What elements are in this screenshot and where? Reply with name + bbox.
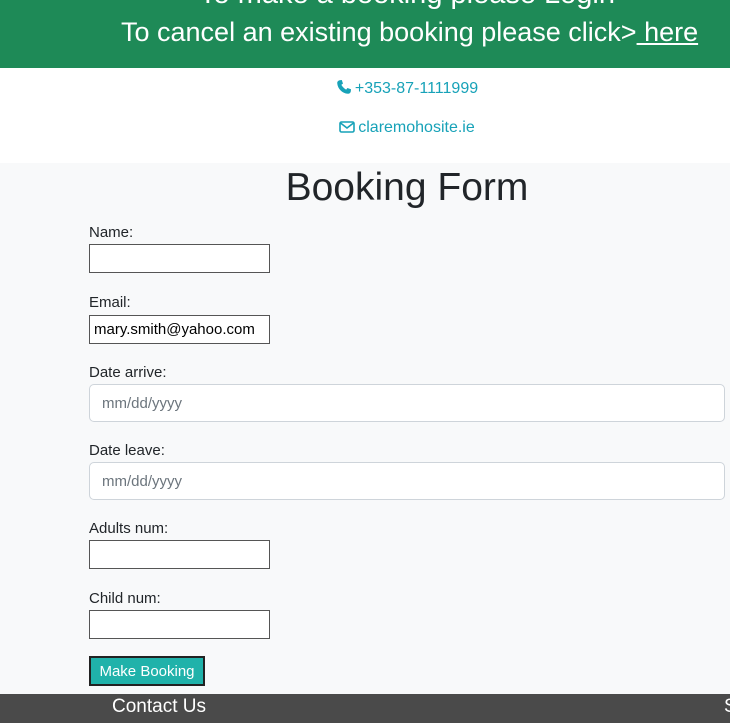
login-prompt: To make a booking please Login [0,0,730,11]
phone-link[interactable]: +353-87-1111999 [0,79,730,98]
email-field[interactable] [89,315,270,344]
top-banner: To make a booking please Login To cancel… [0,0,730,68]
phone-number: +353-87-1111999 [354,80,479,97]
make-booking-button[interactable]: Make Booking [89,656,205,686]
email-link[interactable]: claremohosite.ie [0,119,730,137]
date-arrive-label: Date arrive: [89,364,167,381]
contact-us-heading: Contact Us [112,696,206,717]
name-field[interactable] [89,244,270,273]
page-title: Booking Form [285,166,529,209]
child-field[interactable] [89,610,270,639]
email-address: claremohosite.ie [358,119,475,136]
email-label: Email: [89,294,131,311]
adults-label: Adults num: [89,520,169,537]
envelope-icon [339,121,356,133]
name-label: Name: [89,224,134,241]
date-leave-input[interactable]: mm/dd/yyyy [89,462,725,500]
cancel-prompt: To cancel an existing booking please cli… [121,17,698,48]
date-arrive-placeholder: mm/dd/yyyy [102,394,183,412]
phone-icon [337,80,351,94]
cancel-prompt-text: To cancel an existing booking please cli… [121,17,637,47]
child-label: Child num: [89,590,161,607]
date-arrive-input[interactable]: mm/dd/yyyy [89,384,725,422]
date-leave-placeholder: mm/dd/yyyy [102,472,183,490]
footer: Contact Us S [0,694,730,723]
date-leave-label: Date leave: [89,442,165,459]
adults-field[interactable] [89,540,270,569]
footer-clipped-text: S [724,696,730,718]
cancel-here-link[interactable]: here [637,17,698,47]
contact-info: +353-87-1111999 claremohosite.ie [0,68,730,163]
